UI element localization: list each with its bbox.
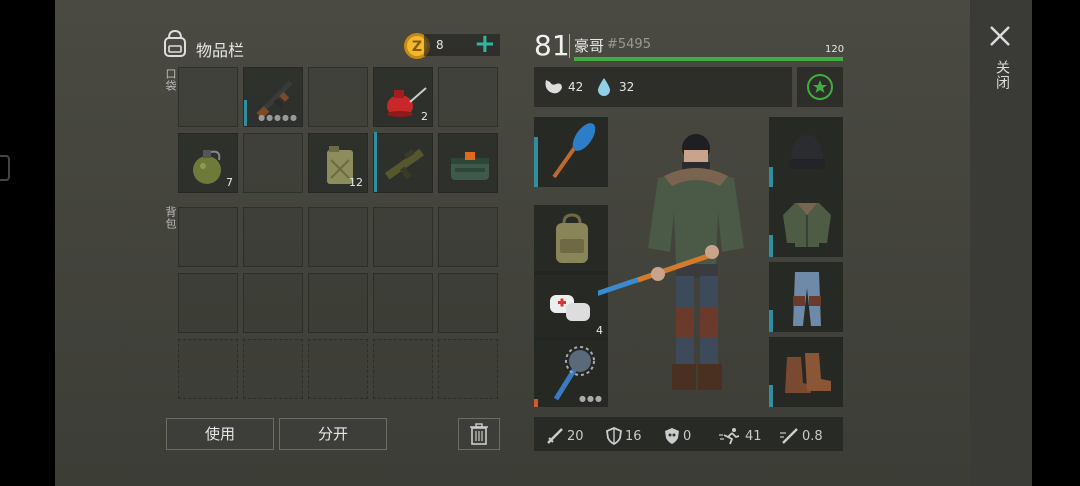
attack-value: 20: [567, 428, 584, 444]
pocket-slot[interactable]: [178, 67, 238, 127]
backpack-slot[interactable]: [308, 339, 368, 399]
backpack-slot[interactable]: [308, 207, 368, 267]
armor-value: 0: [683, 428, 692, 444]
jeans-icon: [793, 272, 821, 326]
hunger-value: 42: [568, 80, 584, 94]
backpack-slot[interactable]: [373, 207, 433, 267]
player-character: [598, 134, 744, 390]
pocket-slot-grenade-launcher[interactable]: [373, 132, 433, 193]
backpack-label: 背包: [164, 206, 177, 230]
divider: [569, 34, 570, 58]
green-jacket-icon: [783, 203, 831, 247]
backpack-slot[interactable]: [373, 339, 433, 399]
backpack-slot[interactable]: [178, 207, 238, 267]
grenade-launcher-icon: [384, 148, 424, 180]
backpack-slot[interactable]: [243, 273, 303, 333]
pocket-label: 口袋: [164, 68, 177, 92]
player-id: #5495: [607, 37, 651, 52]
close-icon[interactable]: [988, 24, 1012, 48]
speed-value: 41: [745, 428, 762, 444]
svg-text:Z: Z: [412, 39, 422, 55]
water-drop-icon: [598, 78, 610, 96]
brown-boots-icon: [785, 353, 831, 393]
backpack-slot[interactable]: [308, 273, 368, 333]
backpack-item-icon: [556, 213, 588, 263]
equip-slot-body[interactable]: [769, 187, 843, 257]
close-label[interactable]: 关闭: [992, 60, 1012, 90]
speed-stat: 41: [718, 427, 762, 445]
durability-dots: ●●●●●: [258, 113, 298, 122]
bandage-icon: [550, 295, 590, 321]
pocket-slot-grenade[interactable]: 7: [178, 133, 238, 193]
add-coins-button[interactable]: +: [474, 30, 496, 58]
equip-slot-backpack[interactable]: [534, 205, 608, 275]
running-icon: [719, 428, 740, 445]
split-button[interactable]: 分开: [279, 418, 387, 450]
backpack-slot[interactable]: [178, 339, 238, 399]
backpack-slot[interactable]: [243, 339, 303, 399]
sword-icon: [547, 428, 563, 444]
swift-sword-icon: [780, 428, 798, 444]
equip-slot-bandage[interactable]: 4: [534, 271, 608, 341]
trash-icon: [470, 423, 488, 445]
star-badge-icon: [807, 74, 833, 100]
pocket-slot[interactable]: [438, 67, 498, 127]
player-name: 豪哥: [574, 37, 605, 55]
defense-value: 16: [625, 428, 642, 444]
backpack-slot[interactable]: [178, 273, 238, 333]
beanie-hat-icon: [789, 135, 825, 169]
equip-slot-feet[interactable]: [769, 337, 843, 407]
backpack-slot[interactable]: [438, 207, 498, 267]
perks-button[interactable]: [797, 67, 843, 107]
item-count: 12: [349, 176, 363, 189]
trash-button[interactable]: [458, 418, 500, 450]
shield-icon: [606, 427, 622, 445]
skull-shield-icon: [665, 428, 679, 444]
pocket-slot[interactable]: [243, 133, 303, 193]
player-level: 81: [534, 29, 570, 62]
health-bar-fill: [574, 57, 843, 61]
health-bar: [574, 57, 843, 61]
defense-stat: 16: [606, 427, 642, 445]
coin-count: 8: [436, 38, 444, 52]
inventory-title: 物品栏: [196, 41, 245, 60]
pocket-slot[interactable]: [308, 67, 368, 127]
pocket-slot-ammo-box[interactable]: [438, 133, 498, 193]
screen-edge: [1032, 0, 1080, 486]
item-count: 2: [421, 110, 428, 123]
screen-notch: [0, 155, 10, 181]
attack-stat: 20: [546, 427, 584, 445]
backpack-icon: [164, 29, 186, 57]
attack-speed-value: 0.8: [802, 428, 823, 444]
armor-stat: 0: [664, 427, 691, 445]
health-max: 120: [825, 44, 845, 55]
pocket-slot-jerrycan[interactable]: 12: [308, 133, 368, 193]
oar-weapon-icon: [552, 123, 596, 179]
backpack-slot[interactable]: [243, 207, 303, 267]
thirst-value: 32: [619, 80, 635, 94]
backpack-slot[interactable]: [373, 273, 433, 333]
attack-speed-stat: 0.8: [779, 427, 823, 445]
ammo-box-icon: [451, 152, 489, 180]
equip-slot-head[interactable]: [769, 117, 843, 187]
equip-slot-mace[interactable]: ●●●: [534, 337, 608, 407]
item-count: 7: [226, 176, 233, 189]
pocket-slot-rifle[interactable]: ●●●●●: [243, 67, 303, 127]
use-button[interactable]: 使用: [166, 418, 274, 450]
stomach-icon: [545, 80, 562, 94]
backpack-slot[interactable]: [438, 273, 498, 333]
equip-slot-weapon[interactable]: [534, 117, 608, 187]
equip-slot-legs[interactable]: [769, 262, 843, 332]
pocket-slot-oil-can[interactable]: 2: [373, 67, 433, 127]
backpack-slot[interactable]: [438, 339, 498, 399]
